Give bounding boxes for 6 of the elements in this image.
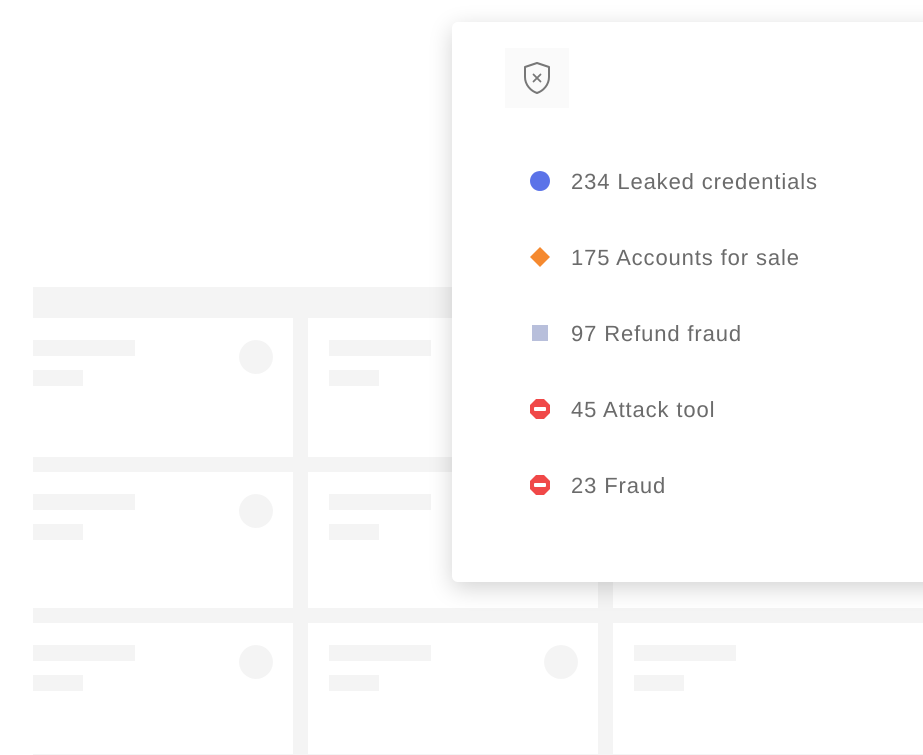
legend-label: 45 Attack tool — [571, 396, 716, 424]
legend-label: 97 Refund fraud — [571, 320, 742, 348]
legend-label: 234 Leaked credentials — [571, 168, 818, 196]
legend-label: 175 Accounts for sale — [571, 244, 800, 272]
legend-label: 23 Fraud — [571, 472, 666, 500]
shield-x-icon — [523, 61, 551, 95]
